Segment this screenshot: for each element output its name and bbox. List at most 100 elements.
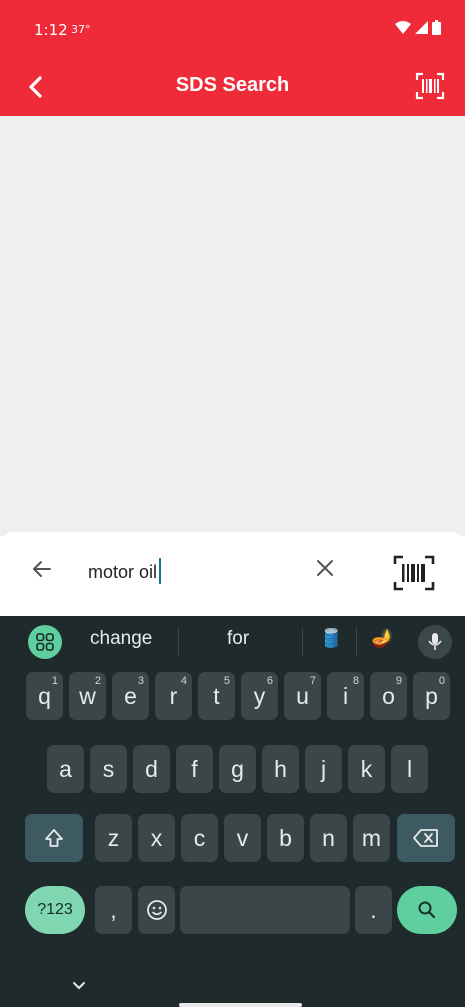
key-label: v	[236, 824, 249, 851]
key-label: c	[193, 824, 206, 851]
key-b[interactable]: b	[267, 814, 304, 862]
key-j[interactable]: j	[305, 745, 342, 793]
key-hint: 8	[352, 675, 359, 687]
backspace-icon	[413, 829, 438, 847]
key-hint: 9	[395, 675, 402, 687]
key-n[interactable]: n	[310, 814, 347, 862]
shift-key[interactable]	[25, 814, 83, 862]
smiley-icon	[146, 900, 167, 920]
key-hint: 4	[180, 675, 187, 687]
key-u[interactable]: u7	[284, 672, 321, 720]
chevron-down-icon[interactable]	[72, 978, 86, 996]
status-icons	[395, 20, 441, 40]
space-key[interactable]	[180, 886, 350, 934]
page-title: SDS Search	[175, 74, 290, 96]
key-y[interactable]: y6	[241, 672, 278, 720]
status-time: 1:12	[34, 21, 68, 39]
search-icon	[418, 901, 436, 919]
key-z[interactable]: z	[95, 814, 132, 862]
key-label: m	[361, 824, 382, 851]
key-label: i	[342, 682, 349, 709]
key-x[interactable]: x	[138, 814, 175, 862]
key-v[interactable]: v	[224, 814, 261, 862]
close-icon[interactable]	[313, 556, 337, 585]
numbers-key[interactable]: ?123	[25, 886, 85, 934]
key-s[interactable]: s	[90, 745, 127, 793]
search-input-value: motor oil	[88, 562, 158, 582]
key-g[interactable]: g	[219, 745, 256, 793]
key-label: u	[296, 682, 309, 709]
key-label: g	[231, 755, 244, 782]
app-bar: SDS Search	[0, 58, 465, 116]
divider	[178, 628, 179, 656]
suggestion-emoji[interactable]: 🛢️	[320, 628, 342, 649]
key-c[interactable]: c	[181, 814, 218, 862]
divider	[302, 628, 303, 656]
key-e[interactable]: e3	[112, 672, 149, 720]
arrow-left-icon[interactable]	[30, 557, 54, 586]
comma-key[interactable]: ,	[95, 886, 132, 934]
key-o[interactable]: o9	[370, 672, 407, 720]
suggestion-strip: change for 🛢️ 🪔	[0, 616, 465, 666]
key-label: l	[406, 755, 413, 782]
key-p[interactable]: p0	[413, 672, 450, 720]
suggestion-emoji[interactable]: 🪔	[371, 628, 393, 649]
key-f[interactable]: f	[176, 745, 213, 793]
key-d[interactable]: d	[133, 745, 170, 793]
suggestion-word[interactable]: for	[227, 628, 249, 650]
key-label: q	[38, 682, 51, 709]
key-q[interactable]: q1	[26, 672, 63, 720]
battery-icon	[432, 20, 441, 40]
key-label: p	[425, 682, 438, 709]
barcode-scan-icon[interactable]	[392, 554, 436, 597]
text-cursor	[159, 558, 162, 585]
grid-icon[interactable]	[28, 625, 62, 659]
key-label: n	[322, 824, 335, 851]
status-temperature: 37°	[71, 23, 91, 36]
home-indicator[interactable]	[179, 1003, 302, 1007]
key-h[interactable]: h	[262, 745, 299, 793]
key-hint: 5	[223, 675, 230, 687]
key-t[interactable]: t5	[198, 672, 235, 720]
key-w[interactable]: w2	[69, 672, 106, 720]
search-bar: motor oil	[0, 532, 465, 616]
key-label: f	[191, 755, 198, 782]
status-bar: 1:12 37°	[0, 0, 465, 58]
barcode-scan-icon[interactable]	[415, 72, 445, 105]
key-label: w	[79, 682, 96, 709]
wifi-icon	[395, 20, 411, 40]
key-label: z	[107, 824, 120, 851]
backspace-key[interactable]	[397, 814, 455, 862]
signal-icon	[415, 21, 428, 39]
suggestion-word[interactable]: change	[90, 628, 152, 650]
key-label: x	[150, 824, 163, 851]
results-area	[0, 116, 465, 536]
key-label: a	[59, 755, 72, 782]
key-label: h	[274, 755, 287, 782]
key-label: s	[102, 755, 115, 782]
key-label: j	[320, 755, 327, 782]
key-a[interactable]: a	[47, 745, 84, 793]
key-label: r	[169, 682, 178, 709]
key-l[interactable]: l	[391, 745, 428, 793]
key-hint: 3	[137, 675, 144, 687]
period-key[interactable]: .	[355, 886, 392, 934]
key-label: t	[213, 682, 220, 709]
key-label: y	[253, 682, 266, 709]
key-hint: 2	[94, 675, 101, 687]
microphone-icon[interactable]	[418, 625, 452, 659]
key-k[interactable]: k	[348, 745, 385, 793]
key-label: b	[279, 824, 292, 851]
search-key[interactable]	[397, 886, 457, 934]
key-hint: 1	[51, 675, 58, 687]
emoji-key[interactable]	[138, 886, 175, 934]
key-m[interactable]: m	[353, 814, 390, 862]
key-i[interactable]: i8	[327, 672, 364, 720]
key-label: e	[124, 682, 137, 709]
key-hint: 6	[266, 675, 273, 687]
keyboard: change for 🛢️ 🪔 ?123 , . q1w2e3r4t5y6u7i…	[0, 616, 465, 1007]
search-input[interactable]: motor oil	[88, 558, 162, 585]
key-label: k	[360, 755, 373, 782]
key-r[interactable]: r4	[155, 672, 192, 720]
key-hint: 0	[438, 675, 445, 687]
